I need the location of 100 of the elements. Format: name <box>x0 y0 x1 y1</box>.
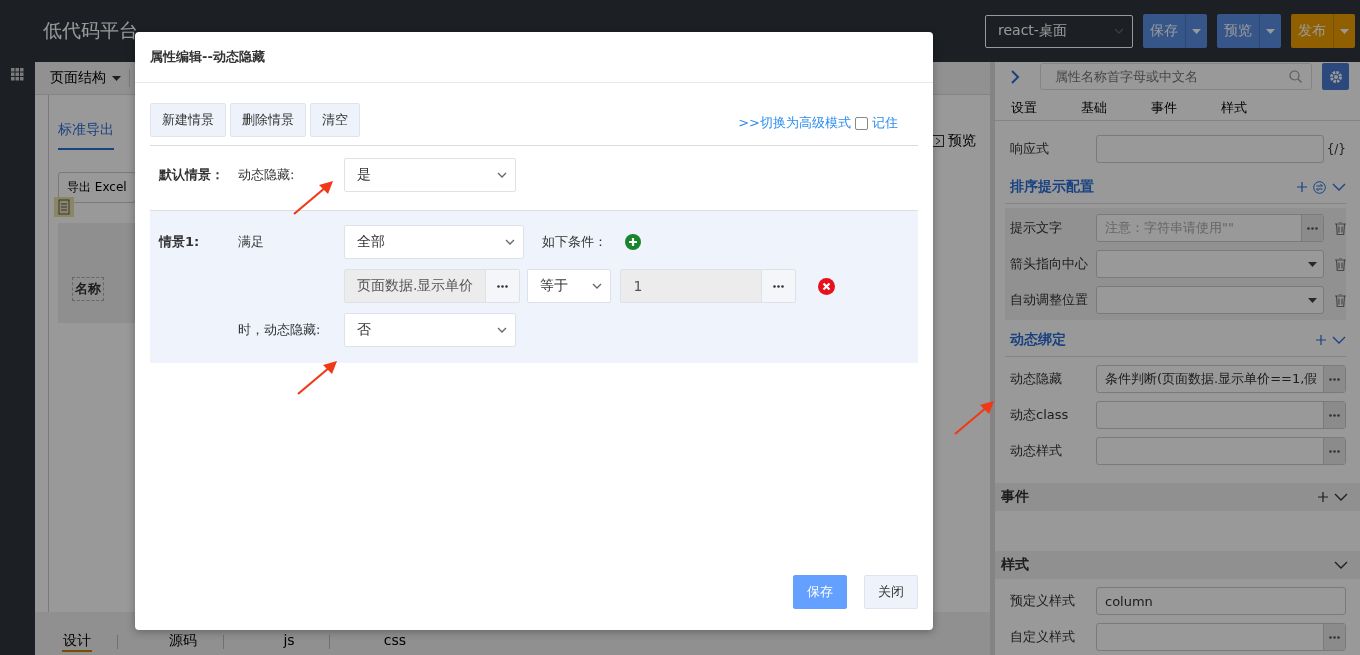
field-label: 预定义样式 <box>1010 592 1076 610</box>
field-label: 箭头指向中心 <box>1010 255 1089 273</box>
reference-field[interactable] <box>1096 623 1346 651</box>
remove-icon[interactable] <box>818 277 836 295</box>
column-header: 名称 <box>72 277 104 301</box>
reference-field[interactable]: 页面数据.显示单价 <box>344 269 521 303</box>
property-tab[interactable]: 基础 <box>1081 95 1151 120</box>
annotation-arrow <box>296 360 338 396</box>
expression-toggle[interactable]: {/} <box>1324 142 1346 156</box>
dialog-title: 属性编辑--动态隐藏 <box>135 32 933 83</box>
plus-icon[interactable] <box>1318 492 1328 502</box>
chevron-down-icon[interactable] <box>1334 493 1348 501</box>
input-field[interactable] <box>1096 135 1324 163</box>
more-button[interactable] <box>1323 402 1345 428</box>
more-button[interactable] <box>1323 624 1345 650</box>
property-tab[interactable]: 样式 <box>1221 95 1291 120</box>
field-label: 响应式 <box>1010 140 1050 158</box>
add-icon[interactable] <box>625 234 641 250</box>
reference-field[interactable] <box>1096 401 1346 429</box>
caret-down-icon <box>112 75 121 81</box>
search-field[interactable]: 属性名称首字母或中文名 <box>1040 63 1312 91</box>
input-field[interactable]: column <box>1096 587 1346 615</box>
property-tab[interactable]: 设置 <box>1011 95 1081 120</box>
checkbox-label: 记住 <box>872 114 898 132</box>
chevron-down-icon <box>497 327 507 333</box>
reference-field[interactable] <box>1096 437 1346 465</box>
field-label: 自动调整位置 <box>1010 291 1089 309</box>
field-label: 如下条件： <box>542 233 607 251</box>
section-header[interactable]: 动态绑定 <box>1005 324 1346 357</box>
select-field[interactable]: 等于 <box>527 269 612 303</box>
field-label: 动态样式 <box>1010 442 1063 460</box>
caret-down-icon <box>1308 297 1317 303</box>
caret-down-icon <box>1340 28 1349 34</box>
field-label: 时，动态隐藏: <box>238 321 322 339</box>
select-field[interactable]: 否 <box>344 313 516 347</box>
annotation-arrow <box>953 400 995 436</box>
trash-icon[interactable] <box>1335 221 1346 235</box>
toolbar-button[interactable]: 新建情景 <box>150 103 226 137</box>
caret-down-icon <box>1266 28 1275 34</box>
select-field[interactable] <box>1096 286 1324 314</box>
field-label: 动态class <box>1010 406 1070 424</box>
chevron-down-icon <box>592 283 603 289</box>
chevron-down-icon[interactable] <box>1334 561 1348 569</box>
field-label: 自定义样式 <box>1010 628 1076 646</box>
toolbar-button[interactable]: 删除情景 <box>230 103 306 137</box>
plus-icon[interactable] <box>1297 182 1307 192</box>
caret-down-icon <box>1192 28 1201 34</box>
field-label: 动态隐藏: <box>238 166 296 184</box>
advanced-mode-link[interactable]: >>切换为高级模式 <box>738 114 851 132</box>
select-field[interactable]: 全部 <box>344 225 524 259</box>
swap-icon[interactable] <box>1313 180 1326 194</box>
platform-select[interactable]: react-桌面 <box>985 14 1133 48</box>
apps-grid-icon[interactable] <box>11 68 24 81</box>
more-button[interactable] <box>761 270 796 302</box>
editor-tab[interactable]: 源码 <box>143 632 223 652</box>
more-button[interactable] <box>1323 438 1345 464</box>
trash-icon[interactable] <box>1335 257 1346 271</box>
field-label: 提示文字 <box>1010 219 1063 237</box>
remember-checkbox[interactable] <box>855 116 868 130</box>
canvas-tab[interactable]: 标准导出 <box>58 105 114 150</box>
chevron-right-icon[interactable] <box>1010 68 1020 85</box>
ellipsis-icon <box>1329 635 1340 639</box>
more-button[interactable] <box>1323 366 1345 392</box>
section-header[interactable]: 事件 <box>995 483 1360 511</box>
form-icon <box>54 197 74 217</box>
section-header[interactable]: 样式 <box>995 551 1360 579</box>
chevron-down-icon <box>505 239 515 245</box>
field-label: 动态隐藏 <box>1010 370 1063 388</box>
dialog-button[interactable]: 关闭 <box>864 575 918 609</box>
annotation-arrow <box>292 180 334 216</box>
select-field[interactable] <box>1096 250 1324 278</box>
section-header[interactable]: 排序提示配置 <box>1005 171 1346 204</box>
reference-field[interactable]: 1 <box>620 269 797 303</box>
property-tab[interactable]: 事件 <box>1151 95 1221 120</box>
scenario-label: 默认情景： <box>159 166 225 184</box>
preview-button[interactable]: 预览 <box>926 131 990 151</box>
export-button[interactable]: 导出 Excel <box>58 172 136 203</box>
editor-tab[interactable]: js <box>249 632 329 652</box>
settings-icon <box>1328 69 1343 84</box>
preview-icon <box>932 135 944 147</box>
scenario-label: 情景1: <box>159 233 201 251</box>
field-label: 满足 <box>238 233 265 251</box>
editor-tab[interactable]: 设计 <box>62 632 92 652</box>
ellipsis-icon <box>497 284 509 288</box>
chevron-down-icon[interactable] <box>1332 183 1346 191</box>
more-button[interactable] <box>1301 215 1323 241</box>
chevron-down-icon[interactable] <box>1332 336 1346 344</box>
select-field[interactable]: 是 <box>344 158 516 192</box>
reference-field[interactable]: 条件判断(页面数据.显示单价==1,假 <box>1096 365 1346 393</box>
ellipsis-icon <box>1329 449 1340 453</box>
structure-menu[interactable]: 页面结构 <box>50 69 130 87</box>
settings-button[interactable] <box>1322 63 1349 91</box>
editor-tab[interactable]: css <box>355 632 435 652</box>
trash-icon[interactable] <box>1335 293 1346 307</box>
chevron-down-icon <box>1114 28 1124 34</box>
toolbar-button[interactable]: 清空 <box>310 103 360 137</box>
more-button[interactable] <box>485 270 520 302</box>
ellipsis-icon <box>773 284 785 288</box>
ellipsis-icon <box>1329 377 1340 381</box>
plus-icon[interactable] <box>1316 335 1326 345</box>
